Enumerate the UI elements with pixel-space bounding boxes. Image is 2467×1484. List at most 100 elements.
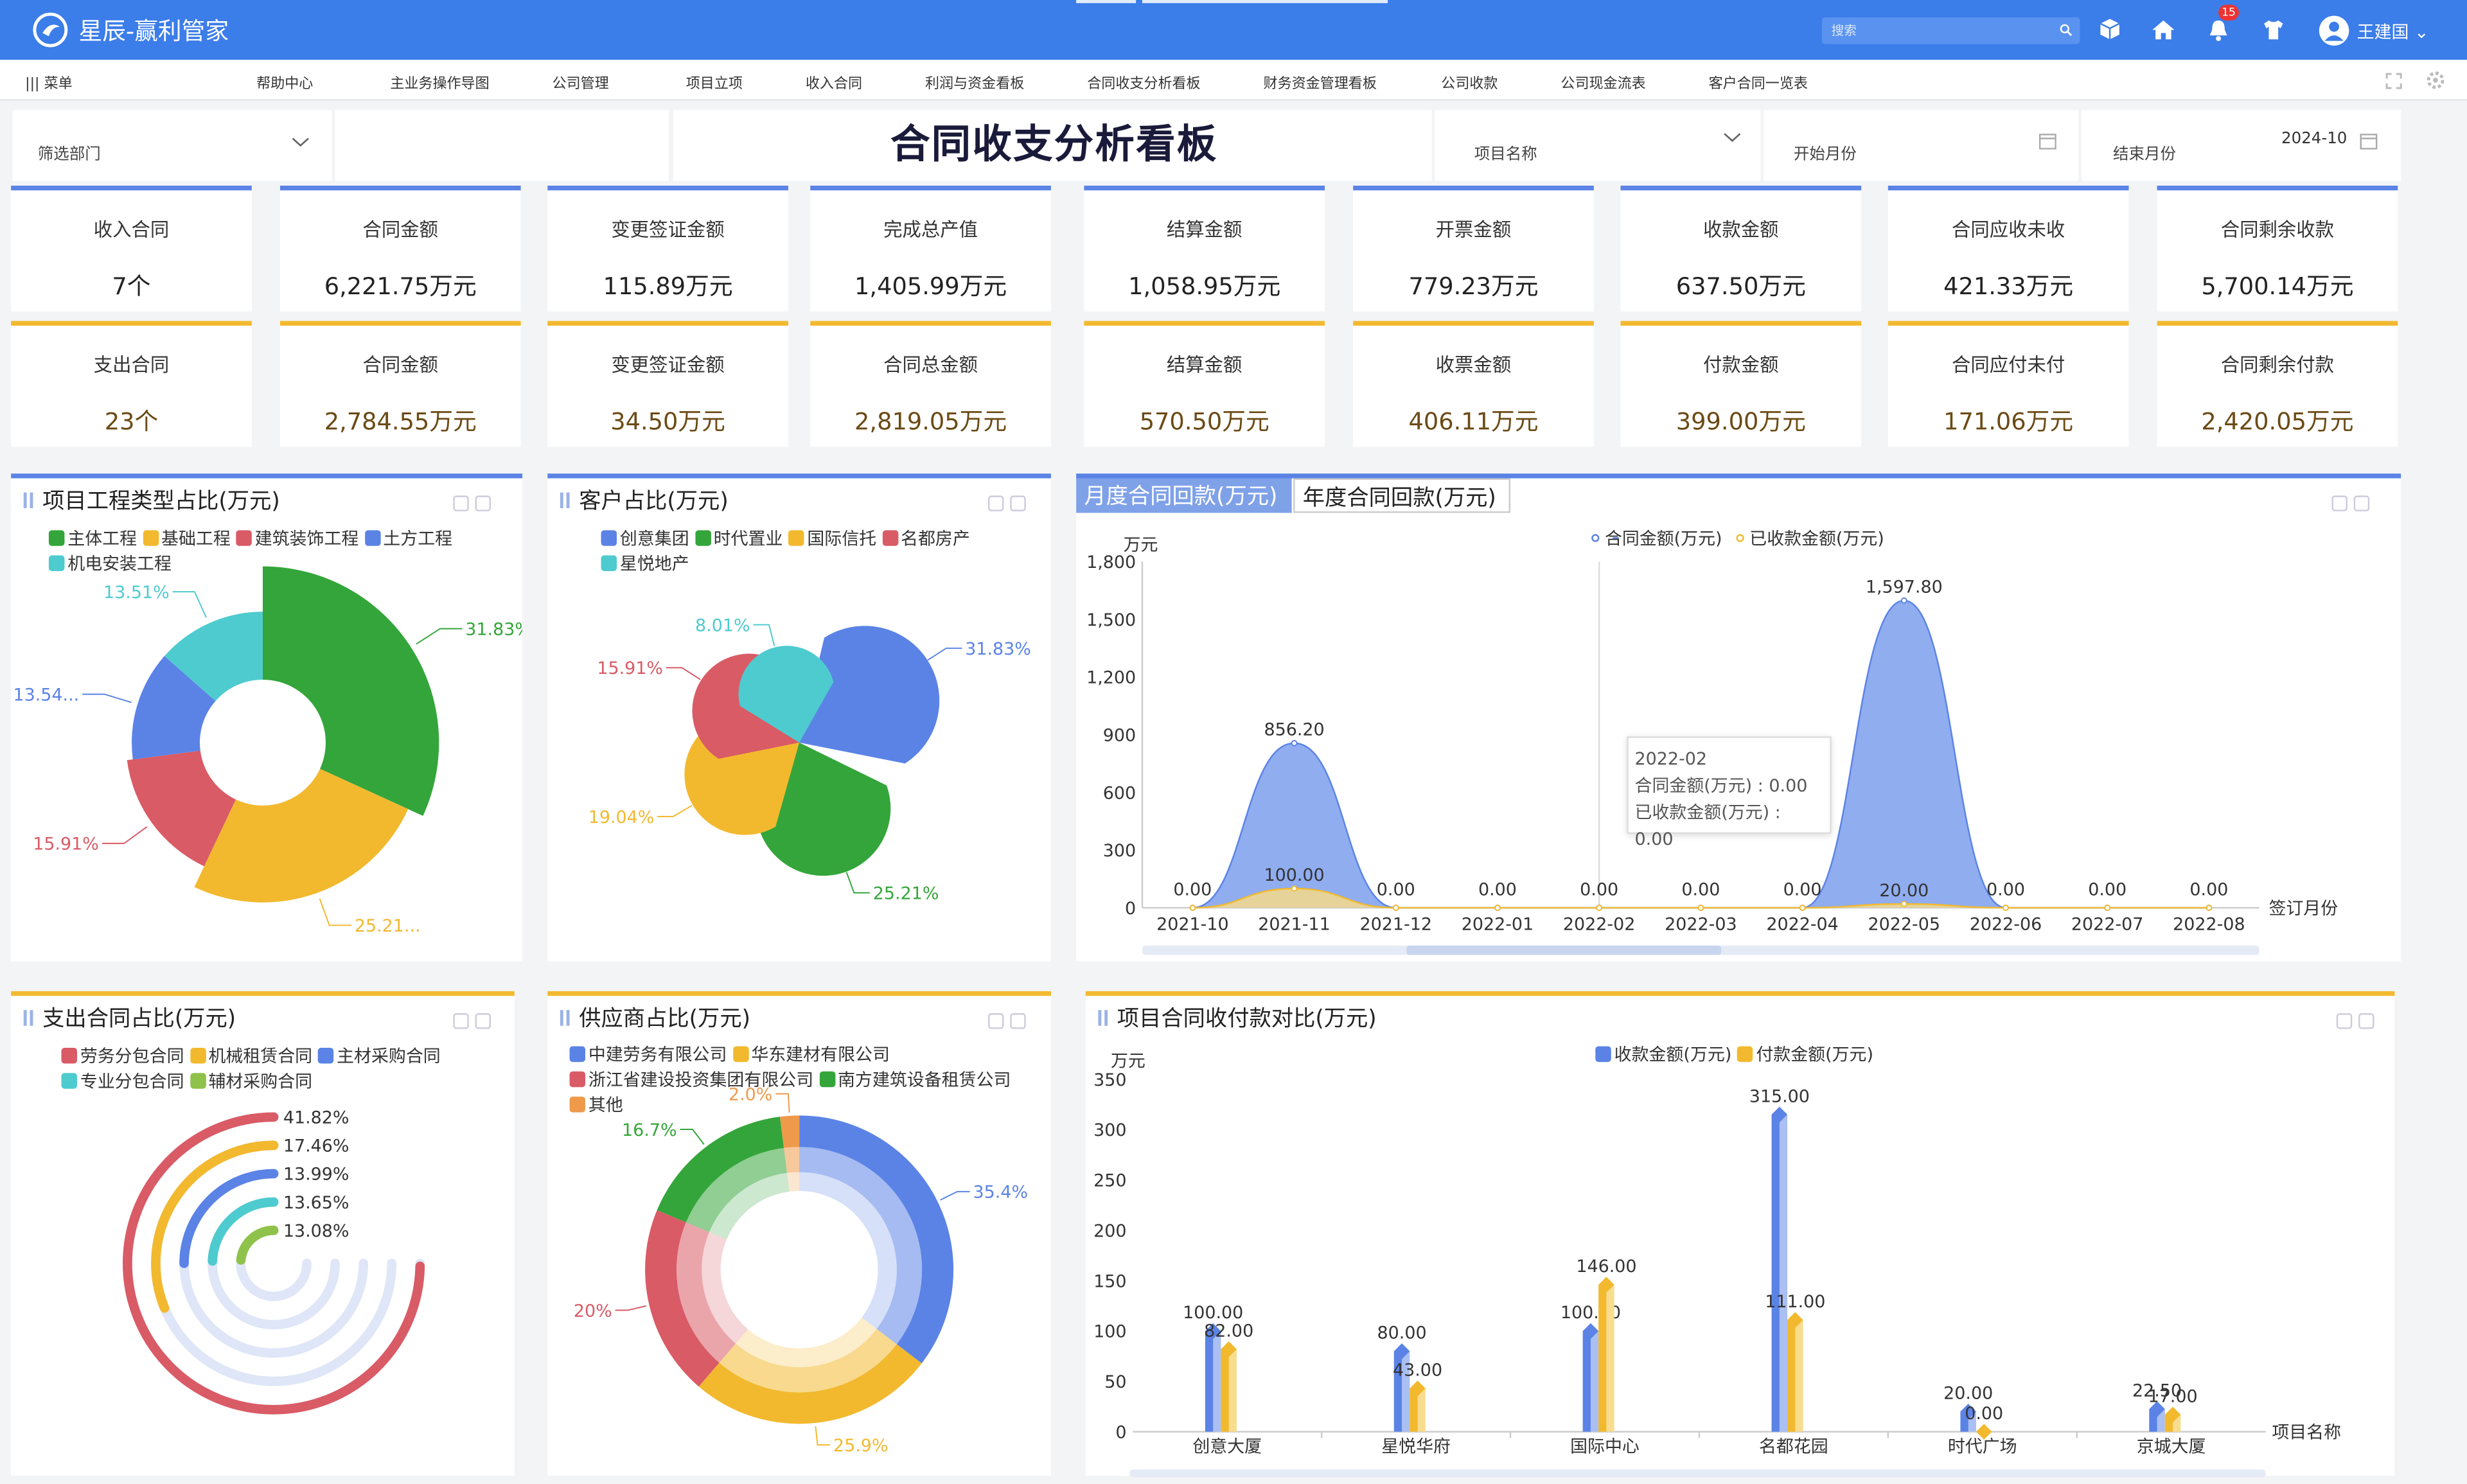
y-tick-label: 1,800 xyxy=(1086,552,1136,572)
kpi-label: 合同总金额 xyxy=(883,354,978,376)
shirt-icon[interactable] xyxy=(2259,15,2288,44)
kpi-income-output: 完成总产值 1,405.99万元 xyxy=(810,185,1051,312)
tab-monthly[interactable]: 月度合同回款(万元) xyxy=(1076,478,1292,513)
chart-tooltip: 2022-02 合同金额(万元) : 0.00 已收款金额(万元) : 0.00 xyxy=(1627,736,1832,849)
slice-label: 8.01% xyxy=(695,615,750,635)
kpi-label: 合同应收未收 xyxy=(1951,218,2065,241)
nav-business-map[interactable]: 主业务操作导图 xyxy=(390,73,489,93)
kpi-expense-change: 变更签证金额 34.50万元 xyxy=(547,321,788,447)
label-line xyxy=(319,898,351,926)
label-line xyxy=(102,826,148,844)
customer-rose-chart: 31.83% 25.21% 19.04% 15.91% 8.01% xyxy=(588,615,1031,904)
x-tick-label: 2022-02 xyxy=(1563,914,1636,934)
kpi-value: 421.33万元 xyxy=(1943,272,2074,301)
data-label: 20.00 xyxy=(1879,881,1929,901)
cube-icon[interactable] xyxy=(2096,15,2124,44)
fullscreen-icon[interactable] xyxy=(2385,73,2403,90)
gear-icon[interactable] xyxy=(2426,71,2445,89)
kpi-label: 结算金额 xyxy=(1166,354,1242,376)
nav-contract-analysis[interactable]: 合同收支分析看板 xyxy=(1087,73,1200,93)
bar-label: 17.46% xyxy=(283,1136,349,1156)
y-tick-label: 200 xyxy=(1093,1221,1126,1241)
data-label: 0.00 xyxy=(1580,879,1618,899)
x-tick-label: 2022-03 xyxy=(1665,914,1737,934)
kpi-expense-remaining: 合同剩余付款 2,420.05万元 xyxy=(2157,321,2398,447)
nav-finance-board[interactable]: 财务资金管理看板 xyxy=(1264,73,1377,93)
kpi-value: 570.50万元 xyxy=(1139,407,1269,436)
project-name-filter[interactable]: 项目名称 xyxy=(1435,110,1761,181)
chevron-down-icon xyxy=(292,137,309,147)
kpi-income-invoice: 开票金额 779.23万元 xyxy=(1353,185,1594,312)
kpi-income-remaining: 合同剩余收款 5,700.14万元 xyxy=(2157,185,2398,312)
x-axis-name: 签订月份 xyxy=(2268,899,2338,919)
nav-company-mgmt[interactable]: 公司管理 xyxy=(553,73,609,93)
y-tick-label: 0 xyxy=(1125,899,1136,919)
slice-label: 16.7% xyxy=(622,1120,677,1140)
kpi-label: 支出合同 xyxy=(93,354,170,376)
x-tick-label: 2022-06 xyxy=(1970,914,2042,934)
x-tick-label: 2021-12 xyxy=(1360,914,1433,934)
nav-help-center[interactable]: 帮助中心 xyxy=(256,73,313,93)
kpi-label: 合同金额 xyxy=(362,218,439,241)
data-label: 0.00 xyxy=(1965,1404,2003,1424)
slice-label: 15.91% xyxy=(33,835,99,854)
y-tick-label: 350 xyxy=(1093,1070,1126,1090)
data-label: 0.00 xyxy=(1173,879,1212,899)
data-point xyxy=(2003,905,2009,911)
x-tick-label: 2022-04 xyxy=(1766,914,1839,934)
data-label: 0.00 xyxy=(1478,879,1517,899)
data-label: 1,597.80 xyxy=(1866,578,1943,597)
data-label: 82.00 xyxy=(1204,1321,1253,1341)
data-point xyxy=(1291,739,1298,746)
nav-project-setup[interactable]: 项目立项 xyxy=(686,73,743,93)
pie-slice xyxy=(262,566,439,817)
data-label: 20.00 xyxy=(1943,1384,1993,1404)
menu-button[interactable]: ||| 菜单 xyxy=(25,73,72,93)
kpi-label: 收票金额 xyxy=(1435,354,1512,376)
zoom-slider-handle xyxy=(1406,945,1722,955)
app-title: 星辰-赢利管家 xyxy=(78,17,229,46)
slice-label: 13.54... xyxy=(13,685,79,705)
nav-customer-contracts[interactable]: 客户合同一览表 xyxy=(1709,73,1808,93)
top-accent-line xyxy=(1142,0,1388,3)
y-tick-label: 1,200 xyxy=(1086,668,1136,688)
nav-company-receipt[interactable]: 公司收款 xyxy=(1441,73,1498,93)
bar-label: 13.08% xyxy=(283,1221,349,1241)
start-month-picker[interactable]: 开始月份 xyxy=(1764,110,2079,181)
home-icon[interactable] xyxy=(2149,15,2177,44)
x-tick-label: 名都花园 xyxy=(1759,1436,1828,1456)
user-name-label: 王建国 xyxy=(2356,22,2409,43)
nav-cashflow[interactable]: 公司现金流表 xyxy=(1561,73,1645,93)
avatar[interactable] xyxy=(2319,15,2349,46)
nav-income-contract[interactable]: 收入合同 xyxy=(806,73,862,93)
kpi-expense-payable: 合同应付未付 171.06万元 xyxy=(1888,321,2129,447)
label-line xyxy=(845,872,870,894)
end-month-picker[interactable]: 结束月份 2024-10 xyxy=(2082,110,2401,181)
nav-profit-board[interactable]: 利润与资金看板 xyxy=(925,73,1024,93)
kpi-income-amount: 合同金额 6,221.75万元 xyxy=(279,185,521,312)
kpi-label: 合同应付未付 xyxy=(1951,354,2065,376)
tab-yearly[interactable]: 年度合同回款(万元) xyxy=(1293,478,1511,513)
y-tick-label: 150 xyxy=(1093,1271,1126,1291)
supplier-donut-chart: 35.4% 25.9% 20% 16.7% 2.0% xyxy=(574,1084,1028,1456)
project-type-pie-chart: 31.83% 25.21... 15.91% 13.54... 13.51% xyxy=(13,566,522,936)
kpi-value: 115.89万元 xyxy=(603,272,733,301)
bar-front xyxy=(1598,1284,1607,1432)
menu-icon: ||| xyxy=(25,77,40,93)
search-input[interactable]: 搜索 xyxy=(1821,17,2080,44)
department-filter[interactable]: 筛选部门 xyxy=(12,110,332,181)
kpi-expense-paid: 付款金额 399.00万元 xyxy=(1620,321,1862,447)
project-compare-bar-chart: 万元 0 50 100 150 200 250 300 350 创意大厦 100.0082.00 星悦… xyxy=(1093,1051,2341,1478)
data-point xyxy=(1697,905,1704,911)
user-name[interactable]: 王建国 ⌄ xyxy=(2357,19,2429,44)
expense-radial-chart: 41.82% 17.46% 13.99% 13.65% 13.08% xyxy=(123,1108,425,1415)
kpi-label: 合同剩余收款 xyxy=(2220,218,2335,241)
slice-label: 25.21% xyxy=(873,884,939,904)
data-label: 0.00 xyxy=(2189,879,2228,899)
bar-label: 13.99% xyxy=(283,1165,349,1185)
label-line xyxy=(657,804,693,818)
label-line xyxy=(940,1190,970,1201)
data-point xyxy=(1291,885,1298,892)
x-tick-label: 创意大厦 xyxy=(1192,1436,1262,1456)
kpi-income-contracts: 收入合同 7个 xyxy=(11,185,252,312)
